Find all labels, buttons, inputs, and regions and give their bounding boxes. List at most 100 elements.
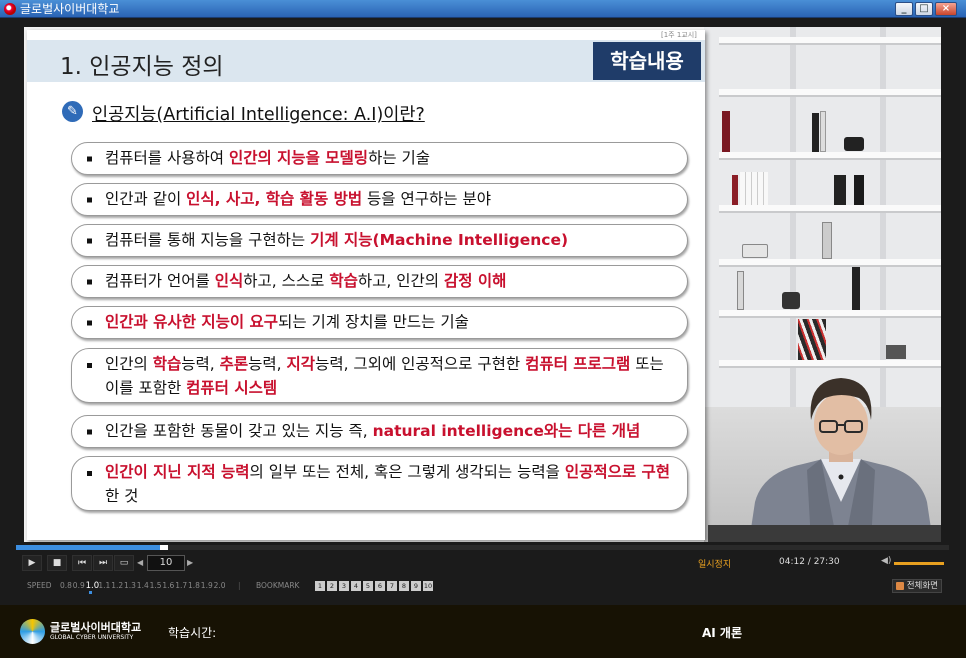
- item-text: 한 것: [105, 487, 139, 505]
- lecture-slide: [1주 1교시] 1. 인공지능 정의 학습내용 ✎ 인공지능(Artifici…: [27, 30, 705, 540]
- course-title: AI 개론: [702, 626, 743, 640]
- volume-slider[interactable]: [894, 562, 944, 565]
- speed-option[interactable]: 1.7: [175, 576, 187, 596]
- speed-option[interactable]: 1.6: [162, 576, 174, 596]
- lesson-tag: [1주 1교시]: [661, 31, 697, 39]
- study-time-label: 학습시간:: [168, 626, 217, 640]
- presenter-desk: [708, 525, 941, 542]
- highlighted-text: 인식: [214, 272, 244, 290]
- maximize-button[interactable]: □: [915, 2, 933, 16]
- bullet-icon: [87, 363, 92, 368]
- bullet-icon: [87, 279, 92, 284]
- item-text: 컴퓨터를 통해 지능을 구현하는: [105, 231, 311, 249]
- bookmark-button[interactable]: 10: [423, 581, 433, 591]
- highlighted-text: 기계 지능(Machine Intelligence): [310, 231, 569, 249]
- window-title: 글로벌사이버대학교: [20, 2, 120, 16]
- bookmark-button[interactable]: 1: [315, 581, 325, 591]
- question-text: 인공지능(Artificial Intelligence: A.I)이란?: [92, 105, 425, 125]
- bullet-icon: [87, 320, 92, 325]
- fullscreen-icon: [896, 582, 904, 590]
- definition-item: 인간을 포함한 동물이 갖고 있는 지능 즉, natural intellig…: [71, 415, 688, 448]
- definition-item: 인간이 지닌 지적 능력의 일부 또는 전체, 혹은 그렇게 생각되는 능력을 …: [71, 456, 688, 511]
- index-icon[interactable]: ▭: [114, 555, 134, 571]
- minimize-button[interactable]: _: [895, 2, 913, 16]
- highlighted-text: 인간이 지닌 지적 능력: [105, 463, 250, 481]
- video-area[interactable]: [1주 1교시] 1. 인공지능 정의 학습내용 ✎ 인공지능(Artifici…: [24, 27, 941, 542]
- item-text: 능력,: [248, 355, 287, 373]
- title-bar: 글로벌사이버대학교 _ □ ×: [0, 0, 966, 18]
- item-text: 하는 기술: [368, 149, 431, 167]
- bullet-icon: [87, 197, 92, 202]
- highlighted-text: 인간의 지능을 모델링: [228, 149, 369, 167]
- highlighted-text: 인간과 유사한 지능이 요구: [105, 313, 279, 331]
- player-controls: ▶ ■ ⏮ ⏭ ▭ ◀ 10 ▶ 일시정지 04:12 / 27:30 ◀): [16, 552, 949, 574]
- speed-option[interactable]: 0.9: [73, 576, 85, 596]
- bullet-icon: [87, 238, 92, 243]
- stop-icon[interactable]: ■: [47, 555, 67, 571]
- previous-icon[interactable]: ⏮: [72, 555, 92, 571]
- page-prev-icon[interactable]: ◀: [137, 555, 143, 571]
- item-text: 컴퓨터가 언어를: [105, 272, 215, 290]
- bookmark-button[interactable]: 8: [399, 581, 409, 591]
- definition-item: 인간과 유사한 지능이 요구되는 기계 장치를 만드는 기술: [71, 306, 688, 339]
- speed-option[interactable]: 2.0: [214, 576, 226, 596]
- speed-bookmark-row: SPEED 0.8 0.9 1.0 1.1 1.2 1.3 1.4 1.5 1.6 1.7 1.8 1…: [16, 576, 949, 596]
- item-text: 인간과 같이: [105, 190, 187, 208]
- highlighted-text: 컴퓨터 프로그램: [525, 355, 631, 373]
- university-name-en: GLOBAL CYBER UNIVERSITY: [50, 634, 134, 641]
- item-text: 의 일부 또는 전체, 혹은 그렇게 생각되는 능력을: [249, 463, 565, 481]
- item-text: 인간을 포함한 동물이 갖고 있는 지능 즉,: [105, 422, 373, 440]
- speed-option[interactable]: 1.1: [98, 576, 110, 596]
- fullscreen-label: 전체화면: [906, 581, 938, 591]
- speed-option[interactable]: 1.3: [124, 576, 136, 596]
- item-text: 등을 연구하는 분야: [362, 190, 491, 208]
- volume-icon[interactable]: ◀): [881, 556, 891, 566]
- bookmark-button[interactable]: 5: [363, 581, 373, 591]
- presenter: [749, 378, 933, 542]
- item-text: 능력,: [181, 355, 220, 373]
- bookmark-button[interactable]: 6: [375, 581, 385, 591]
- definition-item: 컴퓨터를 통해 지능을 구현하는 기계 지능(Machine Intellige…: [71, 224, 688, 257]
- play-icon[interactable]: ▶: [22, 555, 42, 571]
- speed-option[interactable]: 1.4: [137, 576, 149, 596]
- definition-item: 컴퓨터가 언어를 인식하고, 스스로 학습하고, 인간의 감정 이해: [71, 265, 688, 298]
- item-text: 인간의: [105, 355, 153, 373]
- highlighted-text: 학습: [152, 355, 182, 373]
- bullet-icon: [87, 156, 92, 161]
- player-window: 글로벌사이버대학교 _ □ × [1주 1교시] 1. 인공지능 정의 학습내용…: [0, 0, 966, 658]
- next-icon[interactable]: ⏭: [93, 555, 113, 571]
- footer-bar: 글로벌사이버대학교 GLOBAL CYBER UNIVERSITY 학습시간: …: [0, 605, 966, 658]
- item-text: 되는 기계 장치를 만드는 기술: [278, 313, 469, 331]
- close-button[interactable]: ×: [935, 2, 957, 16]
- seek-bar[interactable]: [16, 545, 949, 550]
- bookmark-button[interactable]: 2: [327, 581, 337, 591]
- item-text: 하고, 스스로: [243, 272, 330, 290]
- seek-handle[interactable]: [159, 545, 168, 550]
- item-text: 컴퓨터를 사용하여: [105, 149, 229, 167]
- bookmark-button[interactable]: 4: [351, 581, 361, 591]
- speed-option[interactable]: 1.2: [111, 576, 123, 596]
- highlighted-text: 인공적으로 구현: [564, 463, 671, 481]
- bookmark-button[interactable]: 9: [411, 581, 421, 591]
- bookmark-button[interactable]: 7: [387, 581, 397, 591]
- page-next-icon[interactable]: ▶: [187, 555, 193, 571]
- item-text: 하고, 인간의: [357, 272, 444, 290]
- highlighted-text: 추론: [219, 355, 249, 373]
- highlighted-text: 컴퓨터 시스템: [186, 379, 278, 397]
- speed-option[interactable]: 0.8: [60, 576, 72, 596]
- fullscreen-button[interactable]: 전체화면: [892, 579, 942, 593]
- speed-option[interactable]: 1.5: [150, 576, 162, 596]
- bullet-icon: [87, 429, 92, 434]
- speed-option[interactable]: 1.8: [188, 576, 200, 596]
- definition-item: 컴퓨터를 사용하여 인간의 지능을 모델링하는 기술: [71, 142, 688, 175]
- pencil-icon: ✎: [62, 101, 83, 122]
- highlighted-text: 지각: [286, 355, 316, 373]
- speed-indicator: [88, 591, 92, 594]
- page-number-field[interactable]: 10: [147, 555, 185, 571]
- speed-option[interactable]: 1.9: [201, 576, 213, 596]
- bullet-icon: [87, 471, 92, 476]
- bookmark-button[interactable]: 3: [339, 581, 349, 591]
- item-text: 능력, 그외에 인공적으로 구현한: [315, 355, 526, 373]
- highlighted-text: 인식, 사고, 학습 활동 방법: [186, 190, 363, 208]
- seek-bar-fill: [16, 545, 160, 550]
